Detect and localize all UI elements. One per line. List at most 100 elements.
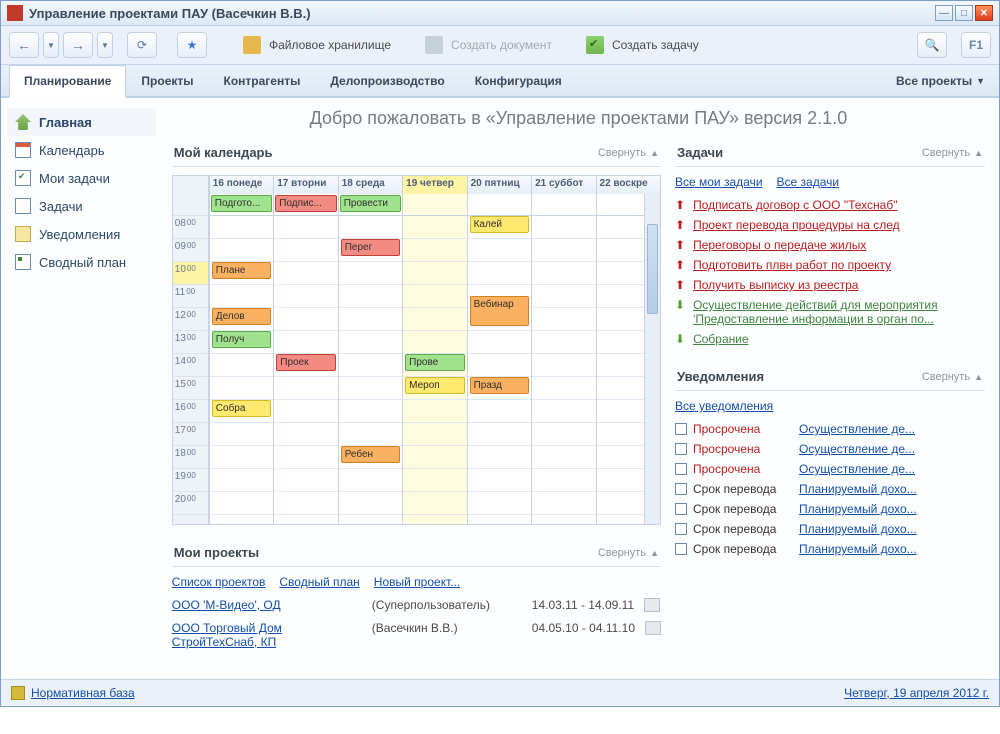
notification-link[interactable]: Осуществление де...: [799, 442, 915, 456]
collapse-button[interactable]: Свернуть▲: [598, 147, 659, 159]
task-link[interactable]: Подписать договор с ООО "Техснаб": [693, 198, 897, 212]
calendar-event[interactable]: Перег: [341, 239, 400, 256]
project-status-icon[interactable]: [645, 621, 661, 635]
day-header[interactable]: 17 вторни: [273, 176, 337, 194]
calendar-event[interactable]: Празд: [470, 377, 529, 394]
calendar-event[interactable]: Вебинар: [470, 296, 529, 326]
calendar-event[interactable]: Делов: [212, 308, 271, 325]
calendar-event[interactable]: Прове: [405, 354, 464, 371]
project-status-icon[interactable]: [644, 598, 660, 612]
notification-row: Срок переводаПланируемый дохо...: [675, 499, 985, 519]
link-normative[interactable]: Нормативная база: [31, 686, 135, 700]
day-header[interactable]: 20 пятниц: [467, 176, 531, 194]
calendar-event[interactable]: Калей: [470, 216, 529, 233]
day-header[interactable]: 19 четвер: [402, 176, 466, 194]
day-header[interactable]: 18 среда: [338, 176, 402, 194]
sidebar-item-mytasks[interactable]: Мои задачи: [7, 164, 156, 192]
notification-checkbox[interactable]: [675, 443, 687, 455]
search-button[interactable]: 🔍: [917, 32, 947, 58]
tabbar: Планирование Проекты Контрагенты Делопро…: [1, 65, 999, 98]
tab-contractors[interactable]: Контрагенты: [209, 65, 316, 96]
notif-icon: [15, 226, 31, 242]
back-menu[interactable]: ▼: [43, 32, 59, 58]
sidebar-item-home[interactable]: Главная: [7, 108, 156, 136]
notification-checkbox[interactable]: [675, 463, 687, 475]
link-summary-plan[interactable]: Сводный план: [279, 575, 359, 589]
day-column[interactable]: Проек: [273, 216, 337, 524]
notification-link[interactable]: Осуществление де...: [799, 422, 915, 436]
task-row: ⬇Собрание: [675, 329, 985, 349]
task-link[interactable]: Переговоры о передаче жилых: [693, 238, 866, 252]
close-button[interactable]: ✕: [975, 5, 993, 21]
tab-projects[interactable]: Проекты: [126, 65, 208, 96]
favorites-button[interactable]: ★: [177, 32, 207, 58]
notification-link[interactable]: Планируемый дохо...: [799, 542, 917, 556]
project-link[interactable]: ООО 'М-Видео', ОД: [172, 598, 281, 612]
task-link[interactable]: Проект перевода процедуры на след: [693, 218, 900, 232]
forward-button[interactable]: →: [63, 32, 93, 58]
allday-event[interactable]: Провести: [340, 195, 401, 212]
status-date[interactable]: Четверг, 19 апреля 2012 г.: [844, 686, 989, 700]
link-all-notifications[interactable]: Все уведомления: [675, 399, 773, 413]
notification-link[interactable]: Планируемый дохо...: [799, 482, 917, 496]
maximize-button[interactable]: □: [955, 5, 973, 21]
sidebar: Главная Календарь Мои задачи Задачи Увед…: [1, 98, 162, 679]
link-project-list[interactable]: Список проектов: [172, 575, 266, 589]
priority-icon: ⬆: [675, 218, 685, 232]
tab-config[interactable]: Конфигурация: [460, 65, 577, 96]
all-projects-dropdown[interactable]: Все проекты▼: [890, 66, 991, 96]
tab-planning[interactable]: Планирование: [9, 65, 126, 98]
day-column[interactable]: [531, 216, 595, 524]
refresh-button[interactable]: ⟳: [127, 32, 157, 58]
day-column[interactable]: Калей Вебинар Празд: [467, 216, 531, 524]
notification-checkbox[interactable]: [675, 423, 687, 435]
collapse-button[interactable]: Свернуть▲: [598, 547, 659, 559]
sidebar-item-tasks[interactable]: Задачи: [7, 192, 156, 220]
day-header[interactable]: 21 суббот: [531, 176, 595, 194]
day-header[interactable]: 22 воскре: [596, 176, 660, 194]
create-task-button[interactable]: Создать задачу: [578, 32, 707, 58]
calendar-event[interactable]: Мероп: [405, 377, 464, 394]
notification-checkbox[interactable]: [675, 483, 687, 495]
task-link[interactable]: Осуществление действий для мероприятия '…: [693, 298, 938, 326]
calendar-scrollbar[interactable]: [644, 194, 660, 524]
task-link[interactable]: Получить выписку из реестра: [693, 278, 858, 292]
allday-event[interactable]: Подгото...: [211, 195, 272, 212]
task-link[interactable]: Собрание: [693, 332, 749, 346]
sidebar-item-calendar[interactable]: Календарь: [7, 136, 156, 164]
link-new-project[interactable]: Новый проект...: [374, 575, 460, 589]
notification-link[interactable]: Планируемый дохо...: [799, 522, 917, 536]
sidebar-item-summary[interactable]: Сводный план: [7, 248, 156, 276]
notification-checkbox[interactable]: [675, 503, 687, 515]
file-storage-button[interactable]: Файловое хранилище: [235, 32, 399, 58]
notification-checkbox[interactable]: [675, 523, 687, 535]
link-all-tasks[interactable]: Все задачи: [777, 175, 840, 189]
collapse-button[interactable]: Свернуть▲: [922, 147, 983, 159]
day-column[interactable]: Прове Мероп: [402, 216, 466, 524]
sidebar-item-notifications[interactable]: Уведомления: [7, 220, 156, 248]
forward-menu[interactable]: ▼: [97, 32, 113, 58]
day-header[interactable]: 16 понеде: [209, 176, 273, 194]
calendar-event[interactable]: Ребен: [341, 446, 400, 463]
minimize-button[interactable]: —: [935, 5, 953, 21]
notification-link[interactable]: Осуществление де...: [799, 462, 915, 476]
calendar-icon: [15, 142, 31, 158]
help-button[interactable]: F1: [961, 32, 991, 58]
tab-docs[interactable]: Делопроизводство: [315, 65, 459, 96]
notification-checkbox[interactable]: [675, 543, 687, 555]
notification-link[interactable]: Планируемый дохо...: [799, 502, 917, 516]
new-task-icon: [586, 36, 604, 54]
back-button[interactable]: ←: [9, 32, 39, 58]
task-link[interactable]: Подготовить плвн работ по проекту: [693, 258, 891, 272]
calendar-event[interactable]: Получ: [212, 331, 271, 348]
calendar-event[interactable]: Проек: [276, 354, 335, 371]
allday-event[interactable]: Подпис...: [275, 195, 336, 212]
calendar-event[interactable]: Плане: [212, 262, 271, 279]
day-column[interactable]: Перег Ребен: [338, 216, 402, 524]
project-link[interactable]: ООО Торговый Дом СтройТехСнаб, КП: [172, 621, 282, 649]
link-all-my-tasks[interactable]: Все мои задачи: [675, 175, 763, 189]
projects-panel: Мои проекты Свернуть▲ Список проектов Св…: [172, 539, 661, 655]
collapse-button[interactable]: Свернуть▲: [922, 371, 983, 383]
calendar-event[interactable]: Собра: [212, 400, 271, 417]
day-column[interactable]: Плане Делов Получ Собра: [209, 216, 273, 524]
